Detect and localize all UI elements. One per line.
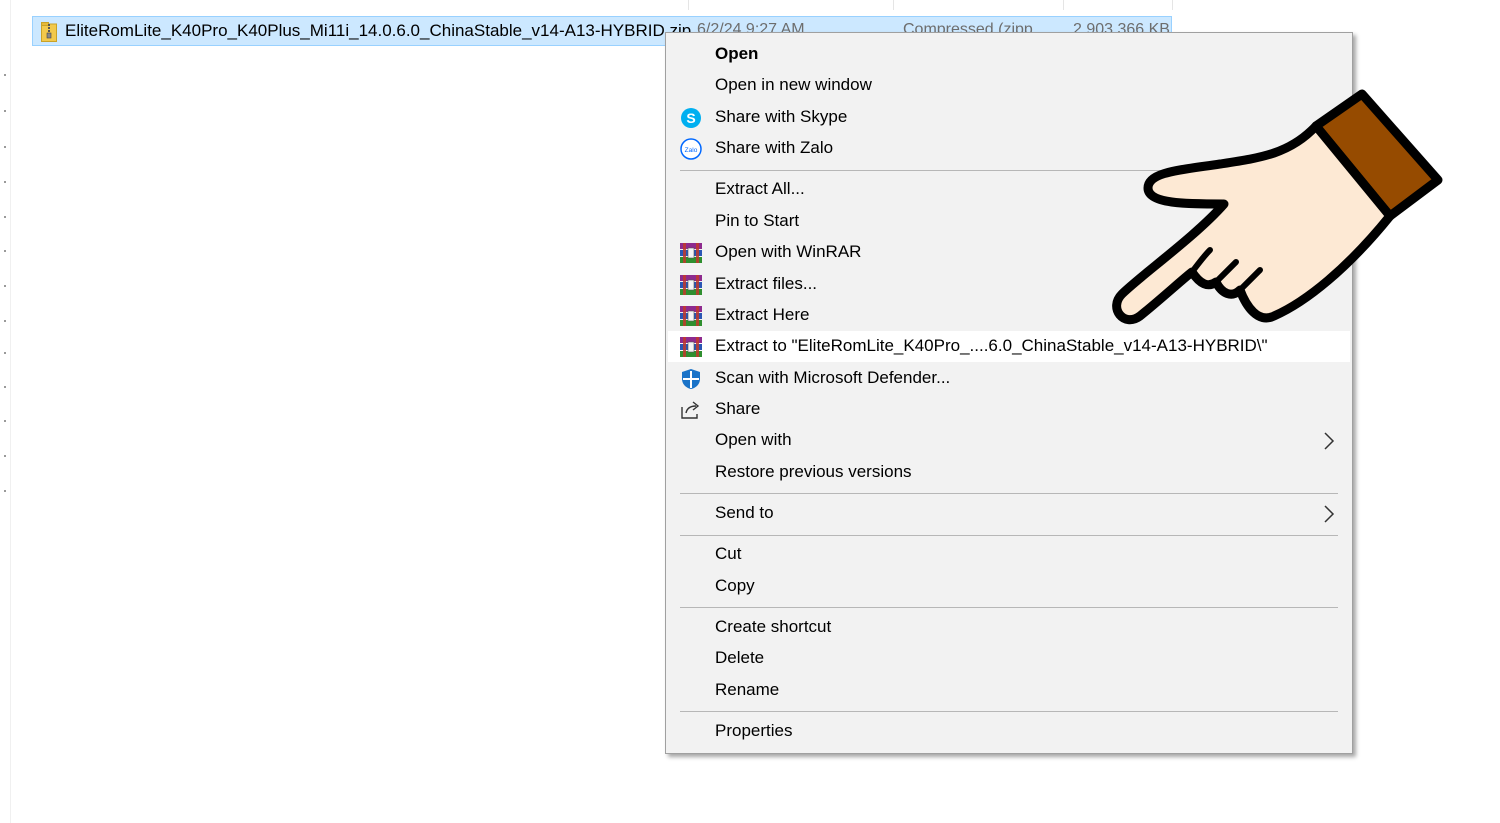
menu-item-cut[interactable]: Cut — [668, 539, 1350, 570]
zip-folder-icon — [41, 22, 57, 42]
share-icon — [680, 399, 702, 421]
menu-item-delete[interactable]: Delete — [668, 643, 1350, 674]
menu-item-label: Extract files... — [715, 274, 818, 293]
menu-item-label: Copy — [715, 576, 755, 595]
menu-item-label: Share with Zalo — [715, 138, 834, 157]
menu-item-label: Properties — [715, 721, 793, 740]
menu-item-label: Restore previous versions — [715, 462, 912, 481]
menu-item-label: Rename — [715, 680, 780, 699]
menu-item-properties[interactable]: Properties — [668, 716, 1350, 747]
zalo-icon: Zalo — [680, 138, 702, 160]
svg-text:Zalo: Zalo — [685, 147, 698, 154]
file-name[interactable]: EliteRomLite_K40Pro_K40Plus_Mi11i_14.0.6… — [65, 21, 691, 41]
left-gutter — [0, 0, 11, 823]
pointing-hand-icon — [1100, 88, 1445, 338]
menu-item-label: Pin to Start — [715, 211, 800, 230]
menu-item-label: Extract All... — [715, 179, 805, 198]
menu-item-label: Open — [715, 44, 759, 63]
menu-item-label: Open with — [715, 430, 792, 449]
column-separator — [1063, 0, 1064, 10]
chevron-right-icon — [1322, 431, 1336, 451]
winrar-icon — [680, 305, 702, 327]
menu-item-label: Open with WinRAR — [715, 242, 862, 261]
menu-item-rename[interactable]: Rename — [668, 675, 1350, 706]
defender-icon — [680, 368, 702, 390]
menu-item-label: Share with Skype — [715, 107, 848, 126]
menu-separator — [680, 535, 1338, 536]
menu-item-copy[interactable]: Copy — [668, 571, 1350, 602]
menu-item-share[interactable]: Share — [668, 394, 1350, 425]
menu-item-label: Scan with Microsoft Defender... — [715, 368, 951, 387]
menu-item-label: Delete — [715, 648, 765, 667]
winrar-icon — [680, 274, 702, 296]
menu-item-open[interactable]: Open — [668, 39, 1350, 70]
explorer-window: EliteRomLite_K40Pro_K40Plus_Mi11i_14.0.6… — [0, 0, 1500, 823]
winrar-icon — [680, 242, 702, 264]
column-separator — [688, 0, 689, 10]
column-separator — [1172, 0, 1173, 10]
menu-item-label: Create shortcut — [715, 617, 832, 636]
menu-separator — [680, 493, 1338, 494]
menu-item-label: Share — [715, 399, 761, 418]
svg-text:S: S — [686, 110, 695, 126]
menu-separator — [680, 607, 1338, 608]
menu-item-restore-previous-versions[interactable]: Restore previous versions — [668, 457, 1350, 488]
menu-item-scan-with-defender[interactable]: Scan with Microsoft Defender... — [668, 363, 1350, 394]
menu-item-label: Extract to "EliteRomLite_K40Pro_....6.0_… — [715, 336, 1268, 355]
menu-separator — [680, 711, 1338, 712]
menu-item-label: Open in new window — [715, 75, 872, 94]
chevron-right-icon — [1322, 504, 1336, 524]
winrar-icon — [680, 336, 702, 358]
menu-item-send-to[interactable]: Send to — [668, 498, 1350, 529]
menu-item-label: Cut — [715, 544, 742, 563]
menu-item-create-shortcut[interactable]: Create shortcut — [668, 612, 1350, 643]
menu-item-open-with[interactable]: Open with — [668, 425, 1350, 456]
menu-item-label: Send to — [715, 503, 774, 522]
skype-icon: S — [680, 107, 702, 129]
column-separator — [893, 0, 894, 10]
menu-item-label: Extract Here — [715, 305, 810, 324]
